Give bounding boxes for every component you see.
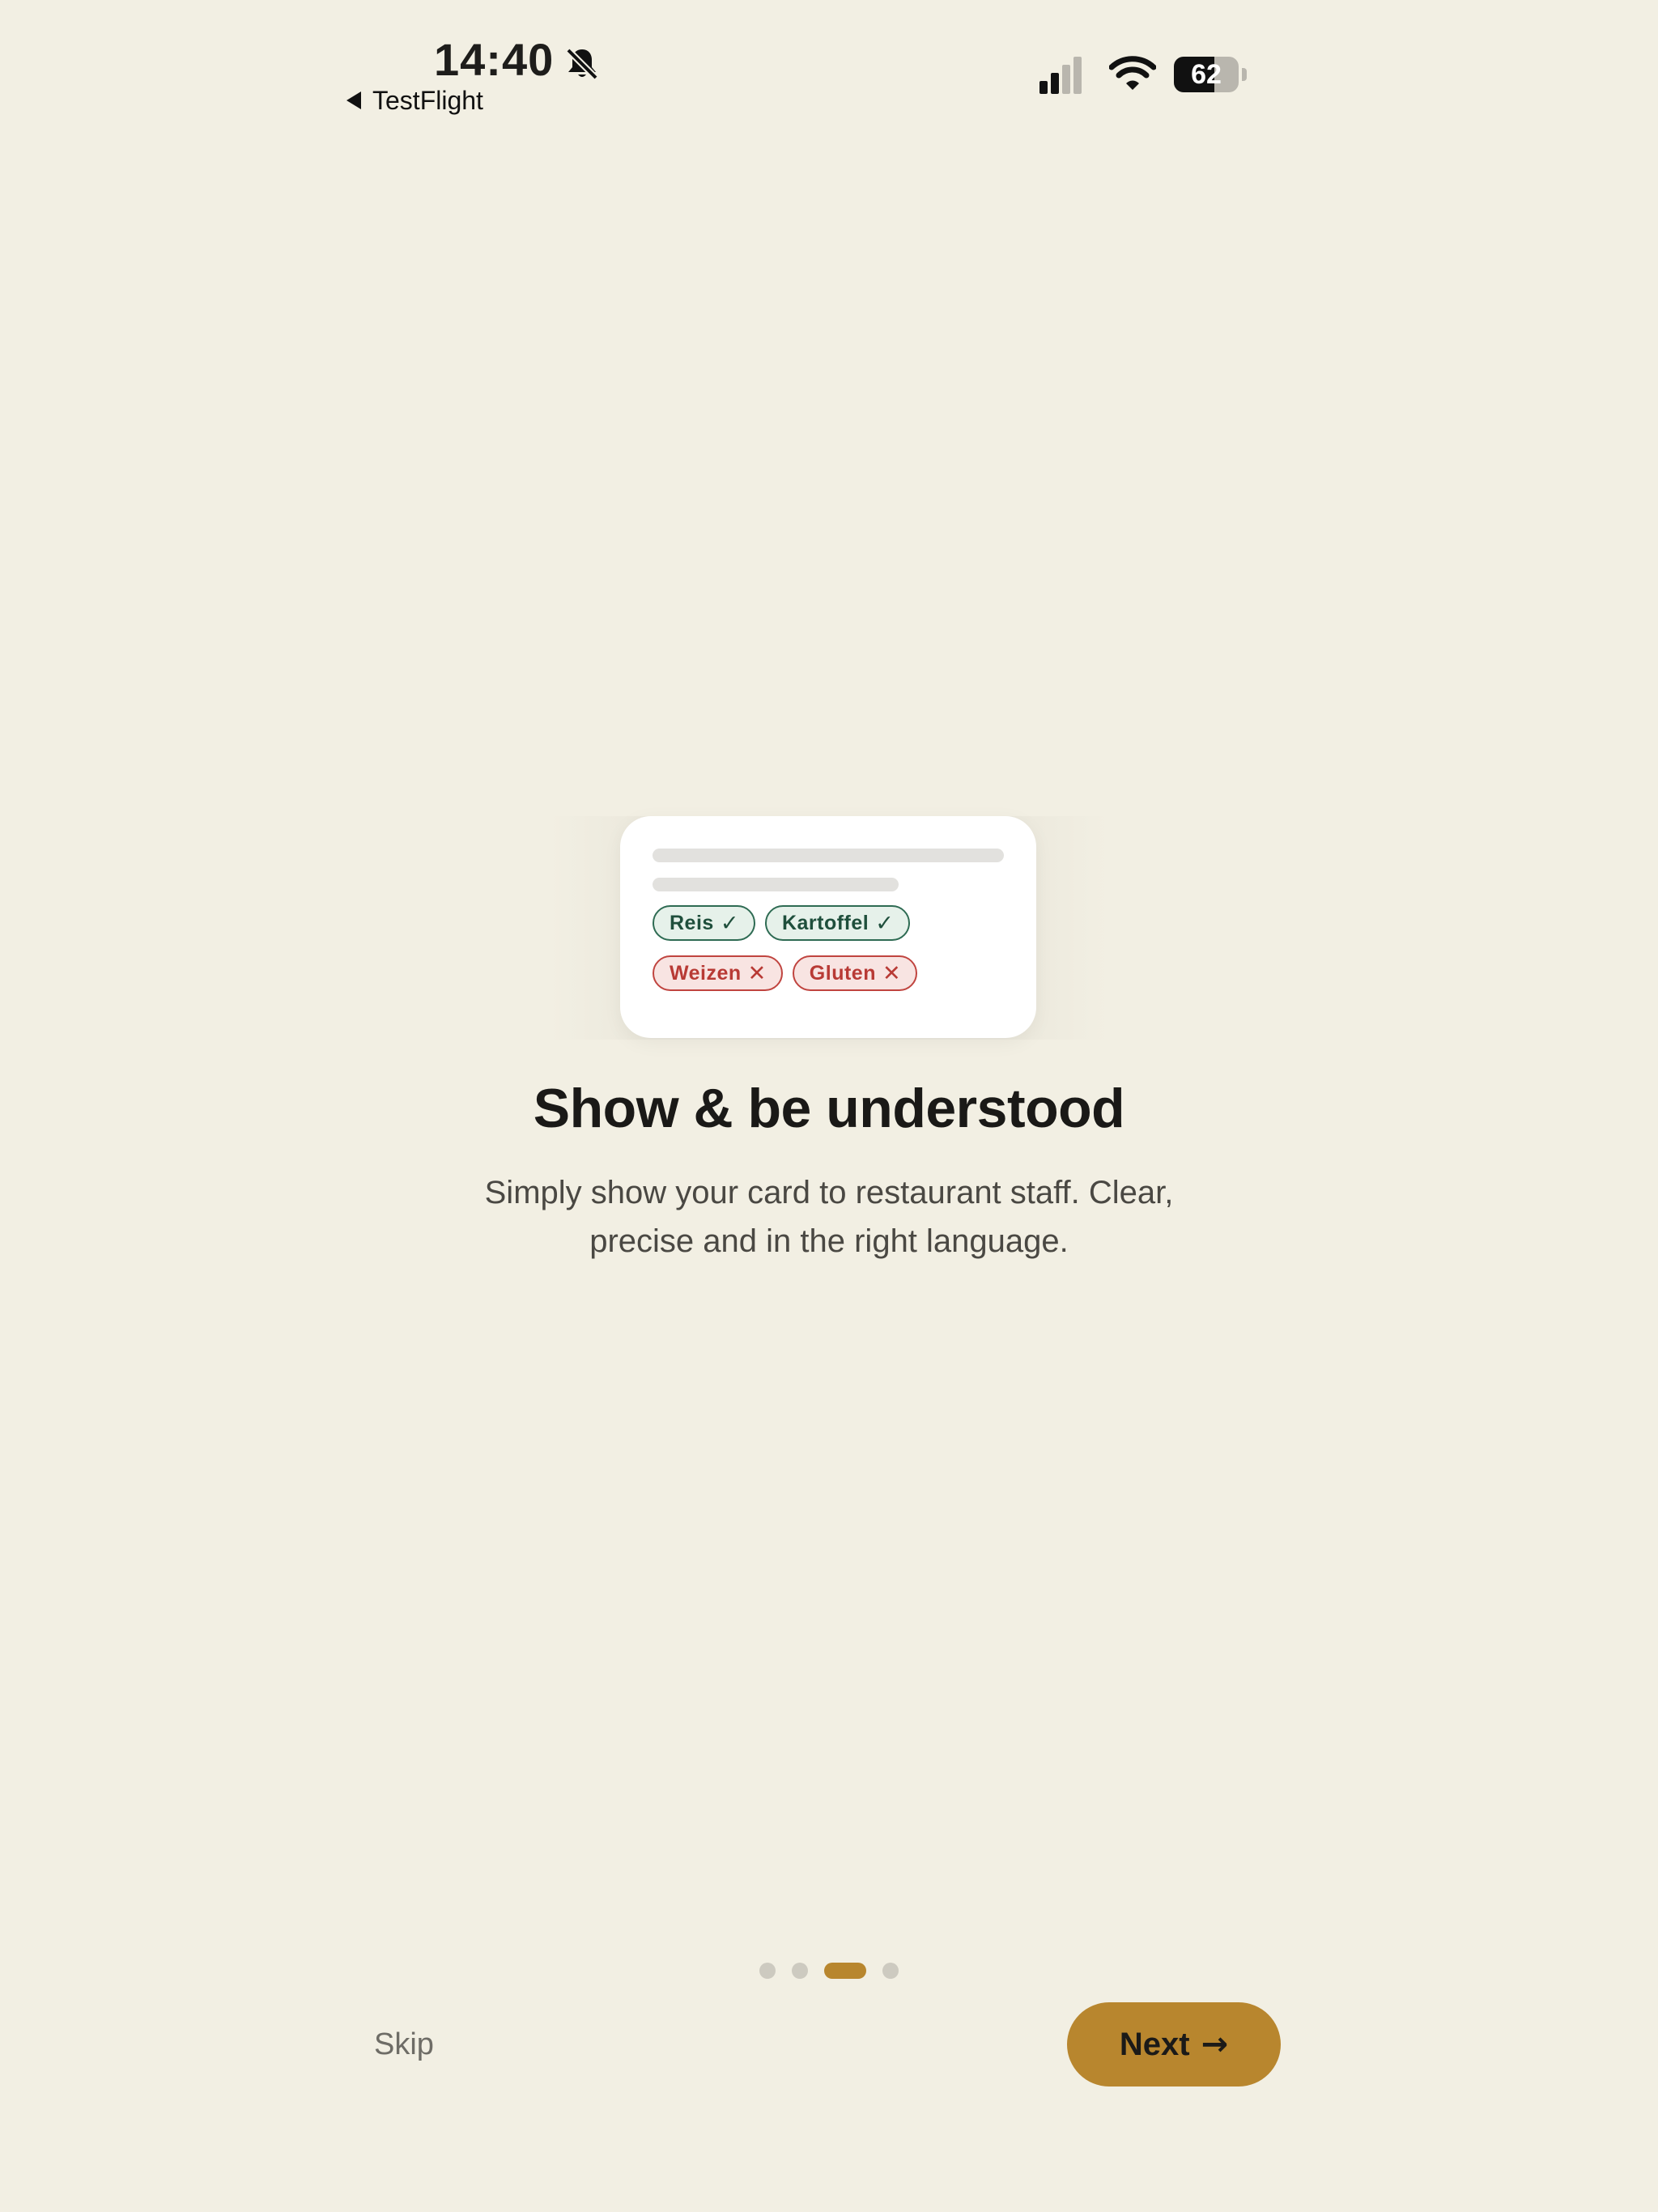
back-app-label: TestFlight — [372, 85, 483, 115]
chip-label: Reis — [670, 911, 714, 934]
page-dot-4[interactable] — [882, 1963, 899, 1979]
onboarding-subtitle: Simply show your card to restaurant staf… — [484, 1175, 1174, 1259]
bell-slash-icon — [563, 40, 601, 80]
unsafe-chip: Weizen ✕ — [653, 955, 783, 991]
placeholder-line — [653, 878, 899, 891]
battery-percent: 62 — [1191, 58, 1222, 90]
placeholder-line — [653, 849, 1004, 862]
back-to-testflight[interactable]: TestFlight — [346, 83, 483, 118]
unsafe-chip: Gluten ✕ — [792, 955, 918, 991]
page-dot-3-active[interactable] — [824, 1963, 866, 1979]
wifi-icon — [1108, 55, 1157, 95]
skip-button[interactable]: Skip — [374, 2024, 434, 2065]
cross-icon: ✕ — [882, 960, 902, 985]
status-time: 14:40 — [434, 31, 601, 87]
checkmark-icon: ✓ — [875, 910, 895, 935]
chip-label: Weizen — [670, 961, 742, 985]
page-indicator — [759, 1962, 899, 1980]
page-dot-1[interactable] — [759, 1963, 776, 1979]
chip-label: Kartoffel — [781, 911, 869, 934]
safe-chip-row: Reis ✓ Kartoffel ✓ — [653, 905, 911, 941]
unsafe-chip-row: Weizen ✕ Gluten ✕ — [653, 955, 918, 991]
signal-icon — [1039, 55, 1091, 94]
battery-cap — [1242, 68, 1247, 81]
allergy-card-illustration: Reis ✓ Kartoffel ✓ Weizen ✕ Gluten ✕ — [620, 816, 1036, 1038]
status-indicators: 62 — [1039, 52, 1247, 97]
back-triangle-icon — [346, 91, 361, 109]
safe-chip: Reis ✓ — [653, 905, 755, 941]
next-button[interactable]: Next → — [1067, 2002, 1281, 2087]
chip-label: Gluten — [809, 961, 876, 985]
safe-chip: Kartoffel ✓ — [764, 905, 911, 941]
next-button-label: Next — [1119, 2026, 1190, 2062]
cross-icon: ✕ — [747, 960, 767, 985]
page-dot-2[interactable] — [792, 1963, 808, 1979]
checkmark-icon: ✓ — [720, 910, 739, 935]
battery-icon: 62 — [1174, 57, 1239, 92]
onboarding-title: Show & be understood — [533, 1078, 1125, 1139]
status-time-label: 14:40 — [434, 33, 555, 85]
arrow-right-icon: → — [1201, 2026, 1229, 2063]
